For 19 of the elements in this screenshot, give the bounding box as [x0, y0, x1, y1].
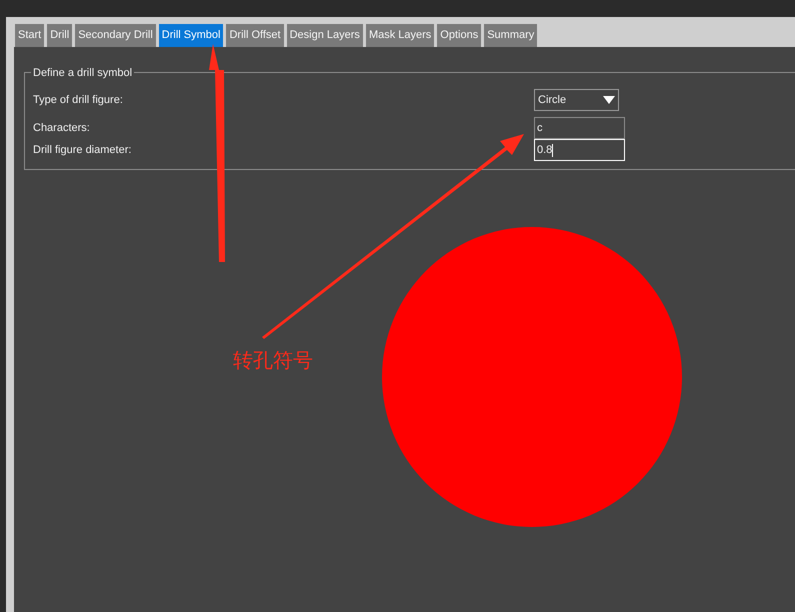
tab[interactable]: Secondary Drill [75, 24, 156, 47]
field-label: Drill figure diameter: [33, 142, 132, 158]
dropdown-caret-icon [603, 96, 615, 104]
drill-figure-dropdown[interactable]: Circle [534, 89, 619, 111]
tab[interactable]: Summary [484, 24, 538, 47]
text-caret [552, 144, 554, 156]
tab[interactable]: Mask Layers [366, 24, 434, 47]
field-label: Type of drill figure: [33, 92, 124, 108]
group-title: Define a drill symbol [31, 65, 134, 82]
tab[interactable]: Drill Offset [226, 24, 284, 47]
tab[interactable]: Start [15, 24, 44, 47]
tab[interactable]: Design Layers [286, 24, 363, 47]
tab[interactable]: Drill Symbol [158, 24, 224, 47]
annotation-label: 转孔符号 [233, 349, 313, 374]
field-label: Characters: [33, 120, 91, 136]
tab[interactable]: Options [437, 24, 482, 47]
input-field[interactable]: c [534, 117, 625, 139]
tab[interactable]: Drill [47, 24, 72, 47]
input-field[interactable]: 0.8 [534, 139, 625, 161]
